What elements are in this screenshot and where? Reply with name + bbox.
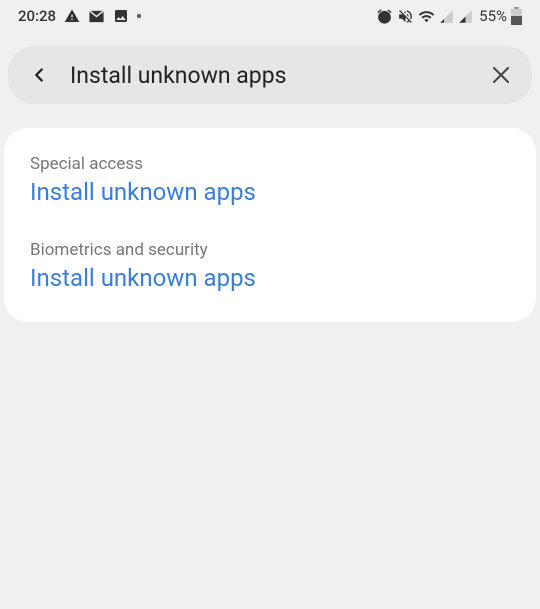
- warning-icon: [64, 8, 80, 24]
- result-title: Install unknown apps: [30, 178, 510, 206]
- status-time: 20:28: [18, 7, 56, 25]
- back-button[interactable]: [26, 62, 52, 88]
- result-category: Special access: [30, 154, 510, 174]
- battery-icon: [511, 7, 522, 25]
- status-bar: 20:28 55%: [0, 0, 540, 32]
- result-item[interactable]: Special access Install unknown apps: [30, 154, 510, 206]
- status-left: 20:28: [18, 7, 141, 25]
- result-item[interactable]: Biometrics and security Install unknown …: [30, 240, 510, 292]
- close-button[interactable]: [488, 62, 514, 88]
- result-title: Install unknown apps: [30, 264, 510, 292]
- result-category: Biometrics and security: [30, 240, 510, 260]
- status-right: 55%: [376, 7, 522, 25]
- signal-2-icon: [458, 9, 473, 24]
- wifi-icon: [418, 8, 435, 25]
- search-query[interactable]: Install unknown apps: [70, 62, 470, 89]
- image-icon: [113, 8, 129, 24]
- results-card: Special access Install unknown apps Biom…: [4, 128, 536, 322]
- alarm-icon: [376, 8, 393, 25]
- search-header: Install unknown apps: [8, 46, 532, 104]
- more-dot-icon: [137, 14, 141, 18]
- mail-icon: [88, 8, 105, 25]
- mute-icon: [397, 8, 414, 25]
- signal-1-icon: [439, 9, 454, 24]
- battery-percentage: 55%: [479, 7, 507, 25]
